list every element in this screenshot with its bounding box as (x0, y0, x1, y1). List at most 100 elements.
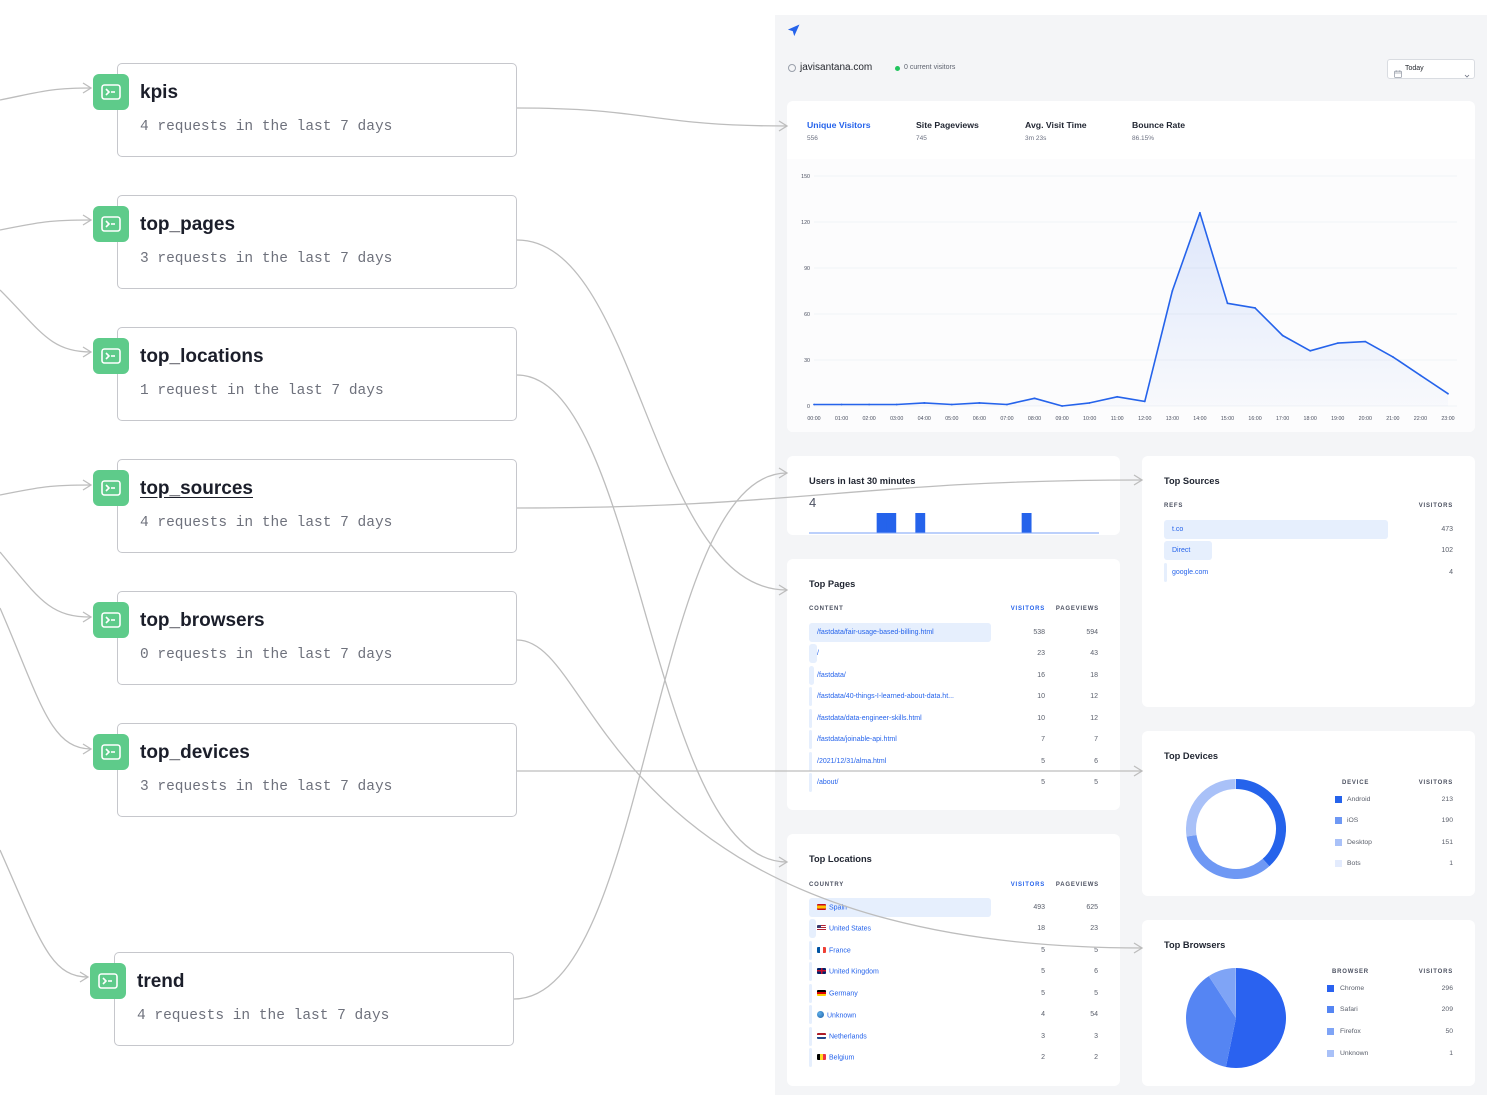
row-label-link[interactable]: Unknown (817, 1011, 856, 1020)
table-row[interactable]: France 5 5 (809, 940, 1098, 960)
legend-row[interactable]: Unknown 1 (1327, 1050, 1453, 1059)
legend-row[interactable]: Safari 209 (1327, 1006, 1453, 1015)
data-point[interactable] (1281, 334, 1284, 337)
data-point[interactable] (1364, 340, 1367, 343)
column-header-visitors[interactable]: VISITORS (1011, 882, 1045, 888)
data-point[interactable] (1033, 397, 1036, 400)
row-label-link[interactable]: France (817, 946, 851, 954)
table-row[interactable]: Belgium 2 2 (809, 1048, 1098, 1067)
data-point[interactable] (840, 403, 843, 406)
endpoint-card-top-locations[interactable]: top_locations 1 request in the last 7 da… (93, 327, 517, 421)
row-label-link[interactable]: /2021/12/31/alma.html (817, 758, 886, 765)
data-point[interactable] (1171, 290, 1174, 292)
table-row[interactable]: / 23 43 (809, 644, 1098, 663)
row-label-link[interactable]: United Kingdom (817, 968, 879, 976)
endpoint-card-kpis[interactable]: kpis 4 requests in the last 7 days (93, 63, 517, 157)
table-row[interactable]: /2021/12/31/alma.html 5 6 (809, 751, 1098, 771)
data-point[interactable] (1088, 402, 1091, 404)
table-row[interactable]: Germany 5 5 (809, 983, 1098, 1003)
table-row[interactable]: /about/5 5 (809, 773, 1098, 792)
table-row[interactable]: google.com 4 (1164, 562, 1453, 582)
endpoint-name[interactable]: top_browsers (140, 610, 265, 632)
data-point[interactable] (1391, 356, 1394, 358)
minute-bar[interactable] (1021, 513, 1032, 533)
table-row[interactable]: /fastdata/fair-usage-based-billing.html 5… (809, 622, 1098, 642)
legend-row[interactable]: Firefox 50 (1327, 1028, 1453, 1037)
row-label-link[interactable]: /fastdata/fair-usage-based-billing.html (817, 629, 934, 636)
data-point[interactable] (868, 403, 871, 406)
legend-row[interactable]: Bots 1 (1335, 860, 1453, 869)
legend-row[interactable]: Chrome 296 (1327, 985, 1453, 994)
data-point[interactable] (1006, 403, 1008, 406)
data-point[interactable] (895, 403, 898, 406)
row-label-link[interactable]: google.com (1172, 569, 1208, 576)
minute-bar[interactable] (876, 513, 887, 533)
row-label-link[interactable]: /fastdata/data-engineer-skills.html (817, 715, 922, 722)
row-label-link[interactable]: /fastdata/ (817, 672, 846, 679)
row-label-link[interactable]: /about/ (817, 779, 838, 786)
data-point[interactable] (1447, 392, 1449, 395)
row-label: Direct (1172, 547, 1191, 554)
endpoint-name[interactable]: top_locations (140, 346, 264, 368)
table-row[interactable]: /fastdata/16 18 (809, 665, 1098, 685)
data-point[interactable] (950, 403, 953, 406)
legend-row[interactable]: Android 213 (1335, 796, 1453, 805)
column-header-visitors[interactable]: VISITORS (1419, 503, 1453, 509)
slice-ios[interactable] (1186, 834, 1270, 879)
endpoint-card-top-sources[interactable]: top_sources 4 requests in the last 7 day… (93, 459, 517, 553)
table-row[interactable]: Direct 102 (1164, 541, 1453, 560)
data-point[interactable] (813, 403, 815, 406)
slice-android[interactable] (1235, 779, 1286, 867)
endpoint-name[interactable]: kpis (140, 82, 178, 104)
endpoint-card-top-devices[interactable]: top_devices 3 requests in the last 7 day… (93, 723, 517, 817)
data-point[interactable] (1061, 405, 1063, 407)
row-label-link[interactable]: United States (817, 925, 871, 933)
slice-desktop[interactable] (1186, 779, 1236, 837)
endpoint-name[interactable]: top_pages (140, 214, 235, 236)
row-label-link[interactable]: /fastdata/40-things-I-learned-about-data… (817, 693, 954, 700)
endpoint-name[interactable]: top_devices (140, 742, 250, 764)
legend-value: 296 (1441, 985, 1453, 992)
column-header-visitors[interactable]: VISITORS (1011, 606, 1045, 612)
data-point[interactable] (1254, 306, 1256, 309)
data-point[interactable] (1309, 349, 1312, 352)
data-point[interactable] (978, 402, 981, 404)
table-row[interactable]: Netherlands 3 3 (809, 1026, 1098, 1046)
table-row[interactable]: /fastdata/40-things-I-learned-about-data… (809, 687, 1098, 706)
table-row[interactable]: /fastdata/joinable-api.html 7 7 (809, 730, 1098, 749)
row-label-link[interactable]: /fastdata/joinable-api.html (817, 736, 897, 743)
date-range-select[interactable]: Today (1387, 59, 1475, 79)
row-label-link[interactable]: Belgium (817, 1054, 854, 1062)
row-label-link[interactable]: Germany (817, 989, 858, 997)
legend-row[interactable]: Desktop 151 (1335, 839, 1453, 848)
data-point[interactable] (1419, 374, 1422, 377)
row-label-link[interactable]: Spain (817, 903, 847, 911)
row-label-link[interactable]: Netherlands (817, 1032, 867, 1040)
row-label-link[interactable]: t.co (1172, 526, 1183, 533)
table-row[interactable]: Unknown 4 54 (809, 1005, 1098, 1024)
logo-icon[interactable] (787, 24, 800, 37)
minute-bar[interactable] (915, 513, 926, 533)
endpoint-card-trend[interactable]: trend 4 requests in the last 7 days (90, 952, 514, 1046)
table-row[interactable]: Spain 493 625 (809, 897, 1098, 917)
data-point[interactable] (1143, 400, 1146, 403)
table-row[interactable]: /fastdata/data-engineer-skills.html 10 12 (809, 708, 1098, 728)
row-label-link[interactable]: Direct (1172, 547, 1190, 554)
table-row[interactable]: United Kingdom 5 6 (809, 962, 1098, 981)
row-label-link[interactable]: / (817, 650, 819, 657)
endpoint-card-top-browsers[interactable]: top_browsers 0 requests in the last 7 da… (93, 591, 517, 685)
data-point[interactable] (923, 402, 926, 404)
minute-bar[interactable] (886, 513, 897, 533)
table-row[interactable]: United States 18 23 (809, 919, 1098, 938)
column-header-pageviews[interactable]: PAGEVIEWS (1056, 606, 1099, 612)
column-header-pageviews[interactable]: PAGEVIEWS (1056, 882, 1099, 888)
table-row[interactable]: t.co 473 (1164, 519, 1453, 539)
data-point[interactable] (1199, 211, 1201, 214)
endpoint-card-top-pages[interactable]: top_pages 3 requests in the last 7 days (93, 195, 517, 289)
data-point[interactable] (1336, 342, 1339, 345)
endpoint-name[interactable]: top_sources (140, 478, 253, 500)
endpoint-name[interactable]: trend (137, 971, 185, 993)
legend-row[interactable]: iOS 190 (1335, 817, 1453, 826)
data-point[interactable] (1226, 302, 1229, 305)
data-point[interactable] (1116, 395, 1119, 398)
